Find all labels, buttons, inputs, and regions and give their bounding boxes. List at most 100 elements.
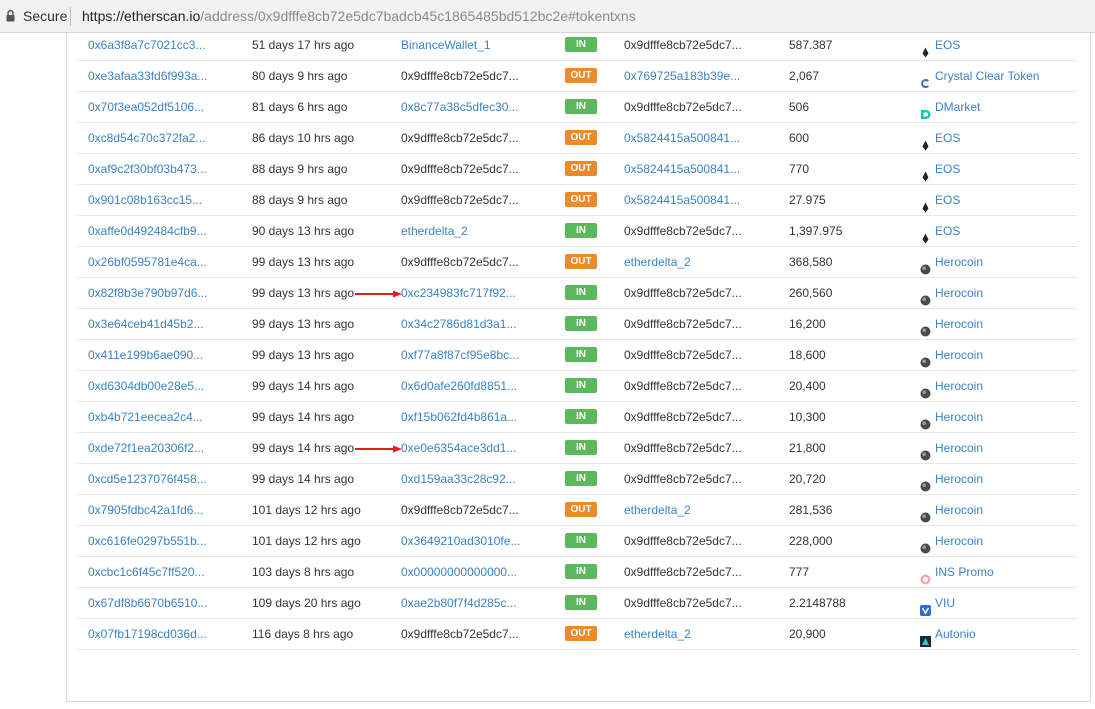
- txn-hash-link[interactable]: 0xcd5e1237076f458...: [88, 464, 248, 494]
- token-name-link[interactable]: Crystal Clear Token: [935, 69, 1039, 83]
- from-address[interactable]: 0xd159aa33c28c92...: [401, 464, 551, 494]
- txn-hash-link[interactable]: 0xe3afaa33fd6f993a...: [88, 61, 248, 91]
- token-quantity: 281,536: [789, 503, 833, 517]
- txn-hash-link[interactable]: 0x82f8b3e790b97d6...: [88, 278, 248, 308]
- direction-badge: OUT: [565, 192, 597, 208]
- direction-badge: IN: [565, 409, 597, 425]
- txn-hash-link[interactable]: 0xde72f1ea20306f2...: [88, 433, 248, 463]
- token-name-link[interactable]: EOS: [935, 193, 960, 207]
- direction-cell: IN: [565, 309, 599, 339]
- token-quantity: 20,720: [789, 472, 826, 486]
- token-name-link[interactable]: Herocoin: [935, 379, 983, 393]
- direction-cell: OUT: [565, 154, 599, 184]
- txn-age: 51 days 17 hrs ago: [252, 38, 355, 52]
- token-name-link[interactable]: EOS: [935, 131, 960, 145]
- token-name-link[interactable]: Herocoin: [935, 317, 983, 331]
- token-quantity: 2,067: [789, 69, 820, 83]
- token-name-link[interactable]: Herocoin: [935, 472, 983, 486]
- to-address[interactable]: etherdelta_2: [624, 247, 774, 277]
- token-name-link[interactable]: Herocoin: [935, 410, 983, 424]
- from-address[interactable]: 0xae2b80f7f4d285c...: [401, 588, 551, 618]
- token-quantity: 20,900: [789, 627, 826, 641]
- from-address[interactable]: 0x3649210ad3010fe...: [401, 526, 551, 556]
- token-name-link[interactable]: Autonio: [935, 627, 976, 641]
- direction-badge: IN: [565, 440, 597, 456]
- herocoin-icon: [920, 349, 931, 368]
- token-name-link[interactable]: EOS: [935, 162, 960, 176]
- txn-age: 109 days 20 hrs ago: [252, 596, 361, 610]
- to-address[interactable]: 0x5824415a500841...: [624, 123, 774, 153]
- to-address[interactable]: 0x5824415a500841...: [624, 185, 774, 215]
- txn-hash-link[interactable]: 0x67df8b6670b6510...: [88, 588, 248, 618]
- token-cell: EOS: [920, 30, 1070, 60]
- from-address[interactable]: 0x6d0afe260fd8851...: [401, 371, 551, 401]
- txn-hash-link[interactable]: 0xd6304db00e28e5...: [88, 371, 248, 401]
- token-name-link[interactable]: Herocoin: [935, 534, 983, 548]
- direction-cell: IN: [565, 402, 599, 432]
- txn-hash-link[interactable]: 0x411e199b6ae090...: [88, 340, 248, 370]
- txn-hash-link[interactable]: 0x901c08b163cc15...: [88, 185, 248, 215]
- token-quantity: 600: [789, 131, 810, 145]
- to-address[interactable]: etherdelta_2: [624, 619, 774, 649]
- from-address[interactable]: 0xe0e6354ace3dd1...: [401, 433, 551, 463]
- txn-age: 99 days 13 hrs ago: [252, 255, 355, 269]
- token-cell: EOS: [920, 185, 1070, 215]
- token-cell: VIU: [920, 588, 1070, 618]
- txn-age: 88 days 9 hrs ago: [252, 162, 348, 176]
- txn-hash-link[interactable]: 0xb4b721eecea2c4...: [88, 402, 248, 432]
- token-name-link[interactable]: Herocoin: [935, 286, 983, 300]
- token-name-link[interactable]: EOS: [935, 224, 960, 238]
- token-quantity: 587.387: [789, 38, 833, 52]
- browser-address-bar[interactable]: Secure https://etherscan.io/address/0x9d…: [0, 0, 1095, 33]
- address-bar-separator: [70, 7, 71, 26]
- txn-hash-link[interactable]: 0xc8d54c70c372fa2...: [88, 123, 248, 153]
- token-quantity: 506: [789, 100, 810, 114]
- txn-hash-link[interactable]: 0x70f3ea052df5106...: [88, 92, 248, 122]
- from-address[interactable]: etherdelta_2: [401, 216, 551, 246]
- txn-hash-link[interactable]: 0x3e64ceb41d45b2...: [88, 309, 248, 339]
- token-quantity: 21,800: [789, 441, 826, 455]
- from-address[interactable]: 0x00000000000000...: [401, 557, 551, 587]
- txn-hash-link[interactable]: 0x6a3f8a7c7021cc3...: [88, 30, 248, 60]
- token-name-link[interactable]: Herocoin: [935, 348, 983, 362]
- from-address[interactable]: 0x8c77a38c5dfec30...: [401, 92, 551, 122]
- token-cell: Herocoin: [920, 526, 1070, 556]
- direction-cell: IN: [565, 557, 599, 587]
- from-address: 0x9dfffe8cb72e5dc7...: [401, 503, 519, 517]
- dmarket-icon: [920, 101, 931, 120]
- token-name-link[interactable]: Herocoin: [935, 255, 983, 269]
- token-name-link[interactable]: Herocoin: [935, 503, 983, 517]
- from-address[interactable]: 0x34c2786d81d3a1...: [401, 309, 551, 339]
- to-address[interactable]: etherdelta_2: [624, 495, 774, 525]
- txn-age: 99 days 14 hrs ago: [252, 410, 355, 424]
- from-address[interactable]: BinanceWallet_1: [401, 30, 551, 60]
- txn-hash-link[interactable]: 0xc616fe0297b551b...: [88, 526, 248, 556]
- to-address[interactable]: 0x5824415a500841...: [624, 154, 774, 184]
- txn-hash-link[interactable]: 0xcbc1c6f45c7ff520...: [88, 557, 248, 587]
- token-name-link[interactable]: INS Promo: [935, 565, 994, 579]
- direction-badge: IN: [565, 564, 597, 580]
- secure-label[interactable]: Secure: [23, 8, 67, 24]
- token-name-link[interactable]: EOS: [935, 38, 960, 52]
- to-address[interactable]: 0x769725a183b39e...: [624, 61, 774, 91]
- token-name-link[interactable]: DMarket: [935, 100, 980, 114]
- direction-cell: IN: [565, 526, 599, 556]
- crystal-clear-icon: [920, 70, 931, 89]
- url-text[interactable]: https://etherscan.io/address/0x9dfffe8cb…: [82, 8, 636, 24]
- from-address[interactable]: 0xf15b062fd4b861a...: [401, 402, 551, 432]
- direction-cell: OUT: [565, 495, 599, 525]
- direction-cell: IN: [565, 588, 599, 618]
- txn-hash-link[interactable]: 0x07fb17198cd036d...: [88, 619, 248, 649]
- from-address[interactable]: 0xf77a8f87cf95e8bc...: [401, 340, 551, 370]
- token-name-link[interactable]: VIU: [935, 596, 955, 610]
- from-address[interactable]: 0xc234983fc717f92...: [401, 278, 551, 308]
- txn-hash-link[interactable]: 0xaffe0d492484cfb9...: [88, 216, 248, 246]
- txn-hash-link[interactable]: 0x26bf0595781e4ca...: [88, 247, 248, 277]
- txn-hash-link[interactable]: 0x7905fdbc42a1fd6...: [88, 495, 248, 525]
- token-name-link[interactable]: Herocoin: [935, 441, 983, 455]
- table-row: 0x6a3f8a7c7021cc3... 51 days 17 hrs ago Bi…: [77, 30, 1077, 61]
- txn-age: 103 days 8 hrs ago: [252, 565, 355, 579]
- txn-hash-link[interactable]: 0xaf9c2f30bf03b473...: [88, 154, 248, 184]
- direction-badge: IN: [565, 285, 597, 301]
- txn-age: 99 days 13 hrs ago: [252, 348, 355, 362]
